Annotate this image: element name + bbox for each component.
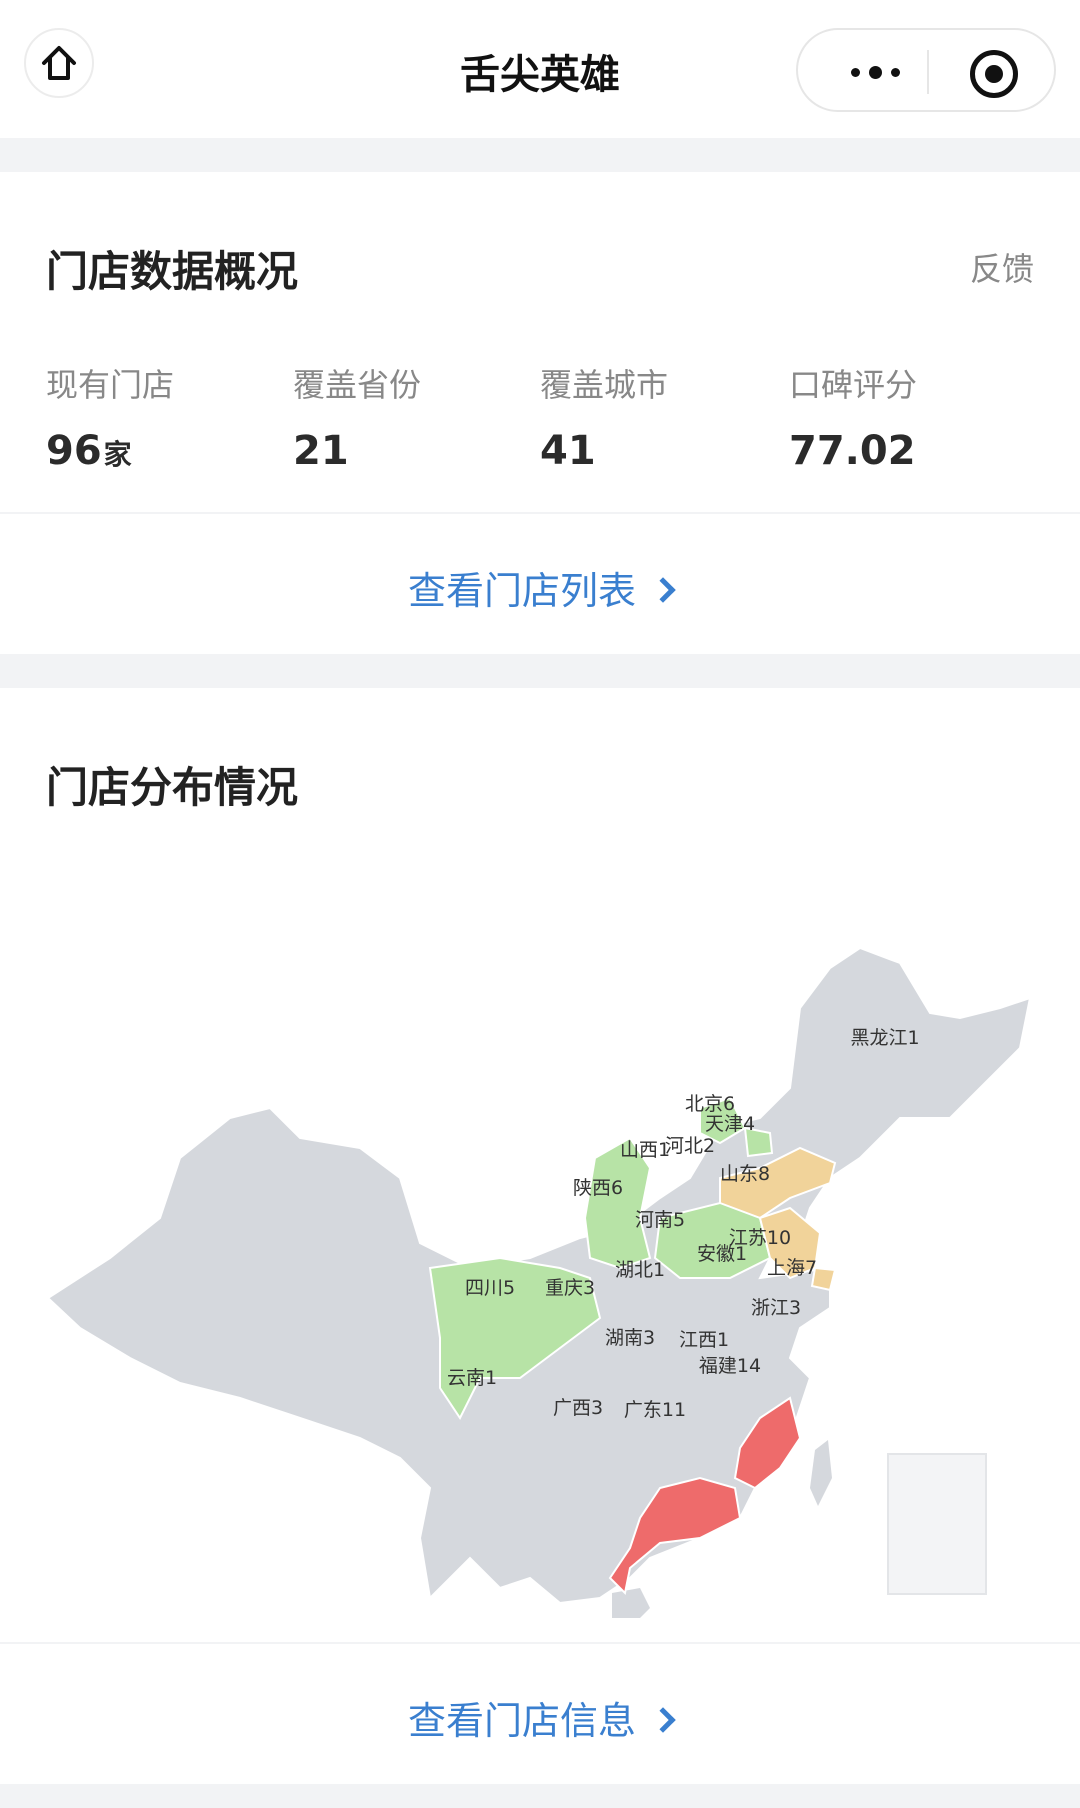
province-label: 山东8: [720, 1163, 770, 1185]
overview-title: 门店数据概况: [46, 247, 299, 296]
province-label: 陕西6: [573, 1177, 623, 1199]
stat-label: 覆盖省份: [293, 366, 422, 404]
more-button[interactable]: [830, 44, 920, 100]
view-store-list-row[interactable]: 查看门店列表: [0, 514, 1080, 654]
province-label: 江西1: [679, 1329, 729, 1351]
distribution-title: 门店分布情况: [46, 763, 299, 812]
view-store-info-label: 查看门店信息: [407, 1699, 636, 1743]
more-icon-dot: [890, 67, 900, 77]
view-store-list-link[interactable]: 查看门店列表: [0, 560, 1080, 615]
province-label: 山西1: [620, 1139, 670, 1161]
stat-value: 77.02: [789, 428, 916, 474]
map-taiwan: [810, 1440, 832, 1506]
map-hainan: [612, 1588, 650, 1618]
province-label: 湖南3: [605, 1327, 655, 1349]
province-label: 重庆3: [545, 1277, 595, 1299]
province-label: 湖北1: [615, 1259, 665, 1281]
stat-value: 96家: [46, 428, 286, 474]
province-label: 广东11: [624, 1399, 686, 1421]
store-distribution-card: 门店分布情况 黑龙江1 北京6 天津4 山西1 河北2 山东8 陕西6 河南5 江苏10 安徽1 上…: [0, 688, 1080, 1642]
view-store-info-row[interactable]: 查看门店信息: [0, 1644, 1080, 1784]
stat-label: 现有门店: [46, 366, 175, 404]
stat-stores: 现有门店 96家: [46, 360, 286, 474]
province-label: 广西3: [553, 1397, 603, 1419]
store-overview-card: 门店数据概况 反馈 现有门店 96家 覆盖省份 21 覆盖城市 41 口碑评分 …: [0, 172, 1080, 512]
province-label: 黑龙江1: [850, 1027, 919, 1049]
province-label: 河北2: [665, 1135, 715, 1157]
province-label: 安徽1: [697, 1243, 747, 1265]
south-china-sea-inset: [887, 1453, 987, 1595]
chevron-right-icon: [650, 576, 676, 603]
capsule-divider: [927, 50, 929, 94]
view-store-info-link[interactable]: 查看门店信息: [0, 1690, 1080, 1745]
stat-value: 21: [293, 428, 349, 474]
stat-rating: 口碑评分 77.02: [789, 360, 1029, 474]
province-label: 天津4: [705, 1113, 755, 1135]
feedback-link[interactable]: 反馈: [970, 244, 1034, 290]
province-label: 北京6: [685, 1093, 735, 1115]
stat-label: 覆盖城市: [540, 366, 669, 404]
stat-unit: 家: [103, 438, 132, 471]
close-miniprogram-icon[interactable]: [970, 50, 1018, 98]
stat-label: 口碑评分: [789, 366, 918, 404]
china-store-map[interactable]: 黑龙江1北京6天津4山西1河北2山东8陕西6河南5江苏10安徽1上海7湖北1四川…: [0, 838, 1080, 1618]
province-label: 福建14: [699, 1355, 761, 1377]
province-label: 河南5: [635, 1209, 685, 1231]
province-label: 上海7: [767, 1257, 817, 1279]
capsule-menu: [796, 28, 1056, 112]
stat-provinces: 覆盖省份 21: [293, 360, 533, 474]
stat-number: 96: [46, 428, 102, 474]
nav-bar: 舌尖英雄: [0, 0, 1080, 138]
chevron-right-icon: [650, 1706, 676, 1733]
stat-value: 41: [540, 428, 596, 474]
province-label: 四川5: [465, 1277, 515, 1299]
more-icon-dot: [868, 65, 882, 79]
more-icon: [850, 67, 860, 77]
view-store-list-label: 查看门店列表: [407, 569, 636, 613]
stat-cities: 覆盖城市 41: [540, 360, 780, 474]
province-label: 云南1: [447, 1367, 497, 1389]
province-label: 浙江3: [751, 1297, 801, 1319]
